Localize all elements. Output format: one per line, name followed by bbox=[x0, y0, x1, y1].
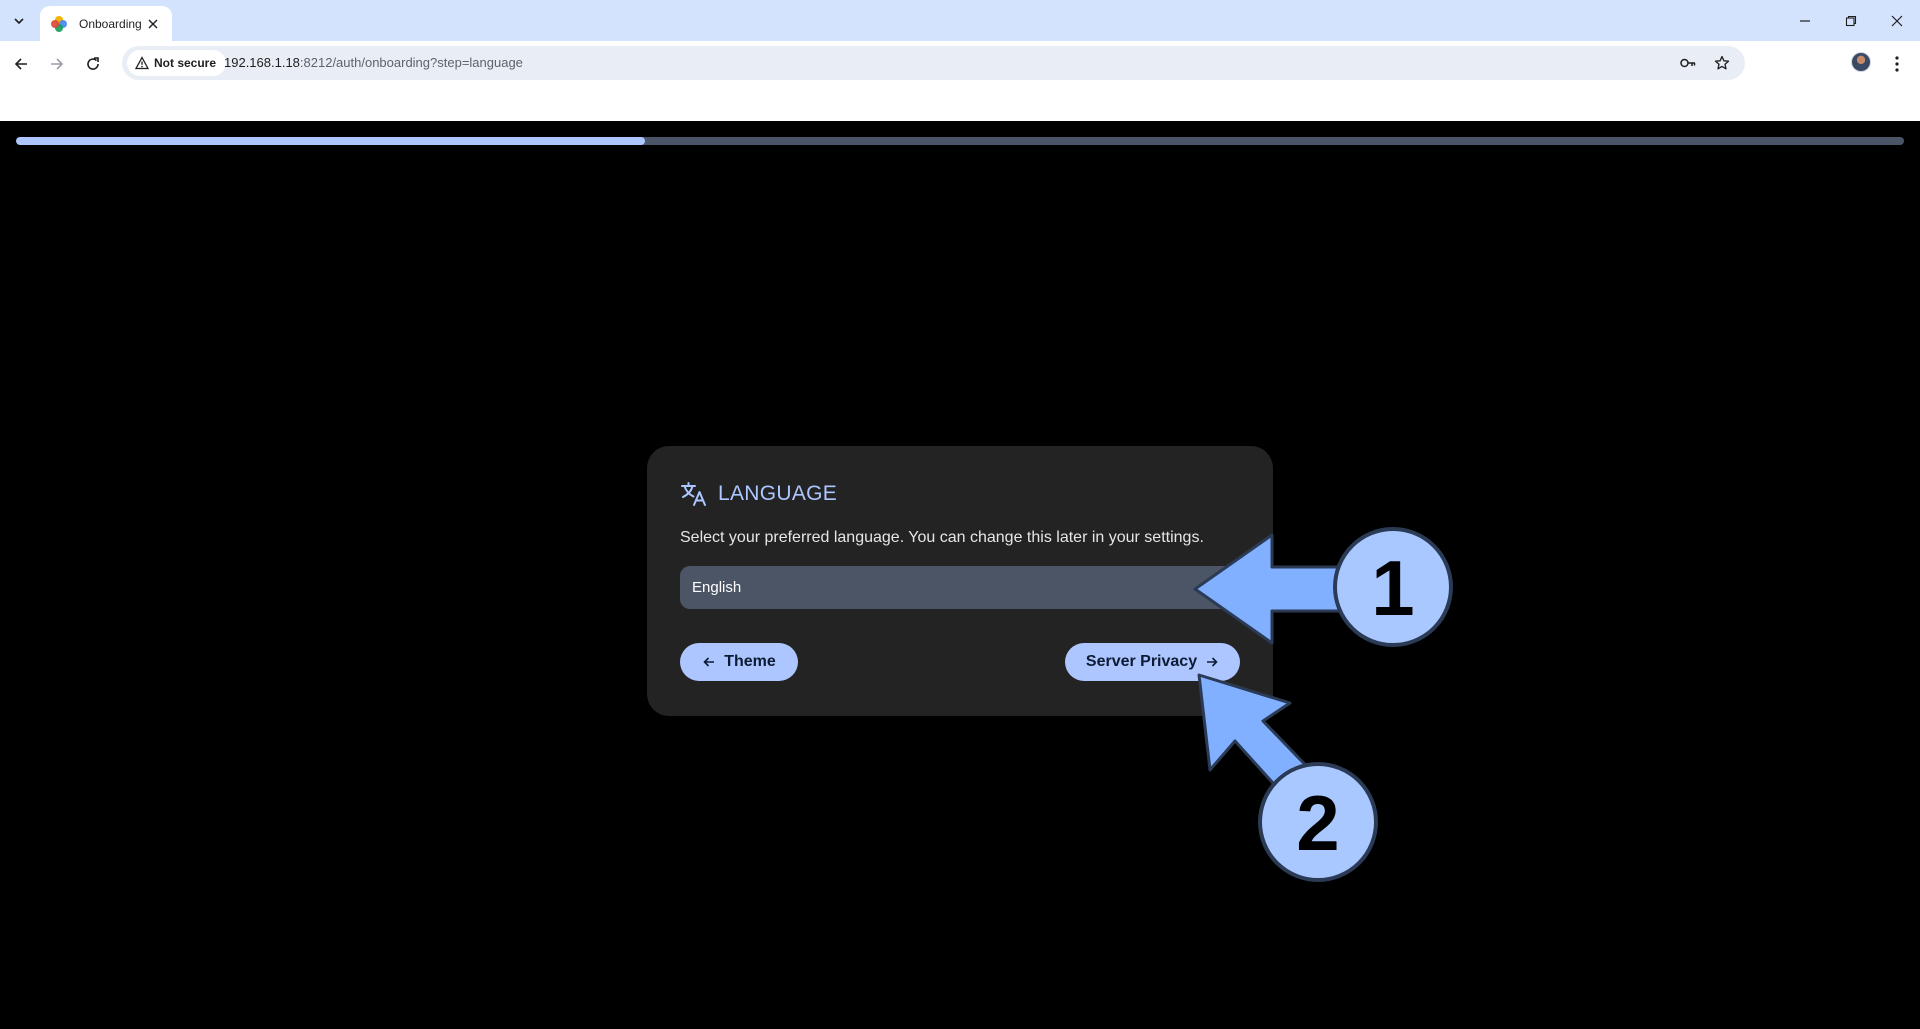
close-icon bbox=[1891, 15, 1903, 26]
previous-step-label: Theme bbox=[724, 653, 776, 670]
language-card: LANGUAGE Select your preferred language.… bbox=[647, 446, 1273, 716]
restore-button[interactable] bbox=[1828, 0, 1874, 41]
onboarding-progress-fill bbox=[16, 137, 645, 145]
minimize-button[interactable] bbox=[1782, 0, 1828, 41]
security-label: Not secure bbox=[154, 56, 217, 70]
security-chip[interactable]: Not secure bbox=[127, 50, 227, 76]
forward-button[interactable] bbox=[42, 49, 72, 79]
arrow-left-icon bbox=[14, 58, 27, 70]
bookmarks-bar bbox=[0, 85, 1920, 121]
back-button[interactable] bbox=[6, 49, 36, 79]
bookmark-star-button[interactable] bbox=[1712, 53, 1732, 73]
minimize-icon bbox=[1800, 19, 1810, 22]
next-step-label: Server Privacy bbox=[1085, 653, 1198, 670]
card-title: LANGUAGE bbox=[718, 482, 838, 505]
url-text[interactable]: 192.168.1.18:8212/auth/onboarding?step=l… bbox=[224, 55, 523, 70]
browser-menu-button[interactable] bbox=[1882, 49, 1912, 79]
profile-avatar[interactable] bbox=[1851, 52, 1871, 72]
star-icon bbox=[1714, 55, 1730, 70]
restore-icon bbox=[1845, 15, 1857, 26]
reload-button[interactable] bbox=[78, 49, 108, 79]
tab-close-button[interactable] bbox=[144, 15, 162, 33]
tab-title: Onboarding bbox=[79, 16, 142, 31]
translate-icon bbox=[681, 482, 706, 506]
chevron-down-icon bbox=[14, 18, 24, 25]
warning-icon bbox=[135, 56, 149, 70]
key-icon bbox=[1680, 58, 1696, 68]
password-key-button[interactable] bbox=[1678, 53, 1698, 73]
reload-icon bbox=[87, 57, 99, 70]
next-step-server-privacy-button[interactable]: Server Privacy bbox=[1065, 643, 1240, 681]
arrow-left-icon bbox=[703, 657, 715, 667]
arrow-right-icon bbox=[1207, 657, 1218, 667]
favicon-icon bbox=[51, 15, 67, 32]
close-icon bbox=[148, 19, 158, 28]
browser-tabstrip: Onboarding bbox=[0, 0, 1920, 41]
arrow-right-icon bbox=[51, 58, 64, 70]
address-bar[interactable]: Not secure 192.168.1.18:8212/auth/onboar… bbox=[122, 46, 1745, 80]
more-vert-icon bbox=[1895, 56, 1899, 72]
url-host: 192.168.1.18 bbox=[224, 55, 300, 70]
card-description: Select your preferred language. You can … bbox=[680, 529, 1204, 546]
browser-toolbar: Not secure 192.168.1.18:8212/auth/onboar… bbox=[0, 41, 1920, 85]
browser-tab[interactable]: Onboarding bbox=[40, 6, 172, 41]
previous-step-theme-button[interactable]: Theme bbox=[680, 643, 798, 681]
language-select-value: English bbox=[692, 579, 742, 596]
onboarding-page: LANGUAGE Select your preferred language.… bbox=[0, 121, 1920, 1029]
card-header: LANGUAGE bbox=[680, 480, 837, 508]
close-window-button[interactable] bbox=[1874, 0, 1920, 41]
tab-search-button[interactable] bbox=[6, 8, 32, 34]
url-path: :8212/auth/onboarding?step=language bbox=[299, 55, 523, 70]
language-select[interactable]: English bbox=[680, 566, 1240, 609]
onboarding-progress-bar bbox=[16, 137, 1904, 145]
